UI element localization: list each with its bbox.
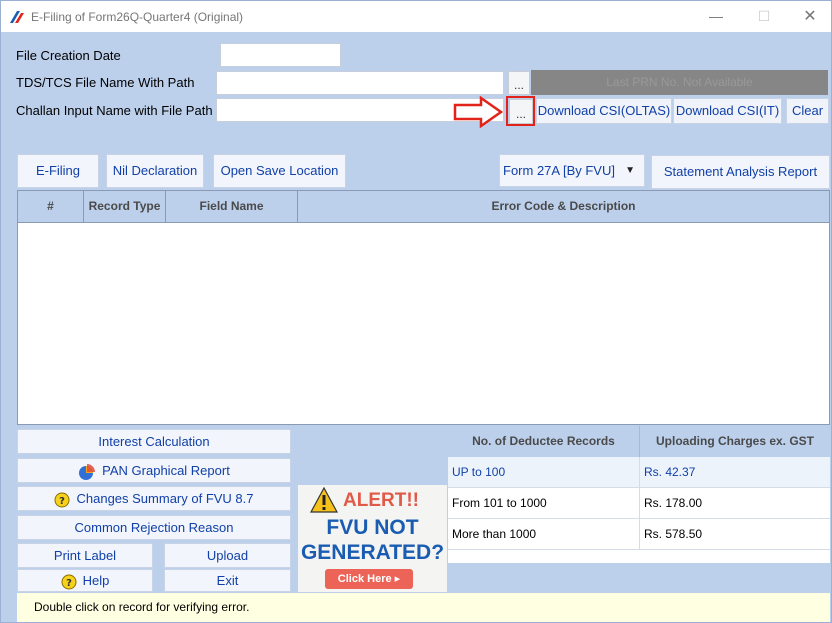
print-label-button[interactable]: Print Label	[17, 543, 153, 568]
column-header-error-code[interactable]: Error Code & Description	[298, 191, 829, 222]
upload-button[interactable]: Upload	[164, 543, 291, 568]
help-icon: ?	[54, 492, 70, 508]
error-grid[interactable]: # Record Type Field Name Error Code & De…	[17, 190, 830, 425]
click-here-button[interactable]: Click Here ▸	[325, 569, 413, 589]
dropdown-arrow-icon: ▼	[625, 165, 635, 176]
interest-calculation-button[interactable]: Interest Calculation	[17, 429, 291, 454]
records-range-cell: More than 1000	[448, 519, 640, 549]
charges-header-amount: Uploading Charges ex. GST	[640, 426, 830, 457]
changes-summary-label: Changes Summary of FVU 8.7	[76, 491, 254, 506]
tds-file-browse-button[interactable]: ...	[508, 71, 530, 95]
highlight-box	[506, 96, 535, 126]
status-bar: Double click on record for verifying err…	[17, 593, 830, 622]
alert-line-2: GENERATED?	[300, 541, 445, 564]
maximize-button[interactable]: ☐	[741, 1, 787, 32]
pointer-arrow-icon	[453, 96, 503, 128]
records-range-cell: UP to 100	[448, 457, 640, 487]
pan-graphical-report-button[interactable]: PAN Graphical Report	[17, 458, 291, 483]
grid-header: # Record Type Field Name Error Code & De…	[18, 191, 829, 223]
pan-graphical-report-label: PAN Graphical Report	[102, 463, 230, 478]
charge-cell: Rs. 178.00	[644, 496, 703, 510]
warning-icon	[310, 487, 338, 513]
download-csi-it-button[interactable]: Download CSI(IT)	[673, 98, 782, 124]
column-header-record-type[interactable]: Record Type	[84, 191, 166, 222]
help-button[interactable]: ? Help	[17, 569, 153, 592]
form-type-value: Form 27A [By FVU]	[503, 163, 615, 178]
nil-declaration-button[interactable]: Nil Declaration	[106, 154, 204, 188]
alert-line-1: FVU NOT	[326, 516, 419, 539]
app-logo-icon	[9, 9, 25, 25]
window-title: E-Filing of Form26Q-Quarter4 (Original)	[31, 10, 244, 24]
column-header-field-name[interactable]: Field Name	[166, 191, 298, 222]
efiling-button[interactable]: E-Filing	[17, 154, 99, 188]
changes-summary-button[interactable]: ? Changes Summary of FVU 8.7	[17, 486, 291, 511]
column-header-number[interactable]: #	[18, 191, 84, 222]
help-label: Help	[82, 573, 110, 588]
charge-cell: Rs. 42.37	[644, 465, 696, 479]
svg-text:?: ?	[60, 496, 66, 507]
file-creation-date-label: File Creation Date	[16, 48, 121, 63]
close-button[interactable]: ✕	[787, 1, 832, 32]
alert-title: ALERT!!	[343, 490, 419, 511]
statement-analysis-report-button[interactable]: Statement Analysis Report	[651, 155, 830, 189]
common-rejection-reason-button[interactable]: Common Rejection Reason	[17, 515, 291, 540]
download-csi-oltas-button[interactable]: Download CSI(OLTAS)	[536, 98, 672, 124]
open-save-location-button[interactable]: Open Save Location	[213, 154, 346, 188]
charges-header-records: No. of Deductee Records	[448, 426, 640, 457]
table-row[interactable]: More than 1000 Rs. 578.50	[448, 519, 830, 550]
efiling-window: E-Filing of Form26Q-Quarter4 (Original) …	[0, 0, 832, 623]
title-bar: E-Filing of Form26Q-Quarter4 (Original) …	[1, 1, 831, 32]
pie-chart-icon	[79, 463, 96, 480]
file-creation-date-field[interactable]	[220, 43, 341, 67]
form-type-select[interactable]: Form 27A [By FVU] ▼	[499, 154, 645, 187]
table-row[interactable]: UP to 100 Rs. 42.37	[448, 457, 830, 488]
exit-button[interactable]: Exit	[164, 569, 291, 592]
clear-button[interactable]: Clear	[786, 98, 829, 124]
minimize-button[interactable]: —	[693, 1, 739, 32]
tds-file-label: TDS/TCS File Name With Path	[16, 75, 195, 90]
challan-path-label: Challan Input Name with File Path	[16, 103, 213, 118]
fvu-alert-banner[interactable]: ALERT!! FVU NOT GENERATED? Click Here ▸	[298, 485, 447, 592]
tds-file-path-field[interactable]	[216, 71, 504, 95]
help-icon: ?	[61, 574, 77, 590]
svg-text:?: ?	[66, 578, 72, 589]
table-row[interactable]: From 101 to 1000 Rs. 178.00	[448, 488, 830, 519]
upload-charges-table: No. of Deductee Records Uploading Charge…	[448, 426, 830, 563]
prn-status-field: Last PRN No. Not Available	[531, 70, 828, 95]
charge-cell: Rs. 578.50	[644, 527, 703, 541]
records-range-cell: From 101 to 1000	[448, 488, 640, 518]
